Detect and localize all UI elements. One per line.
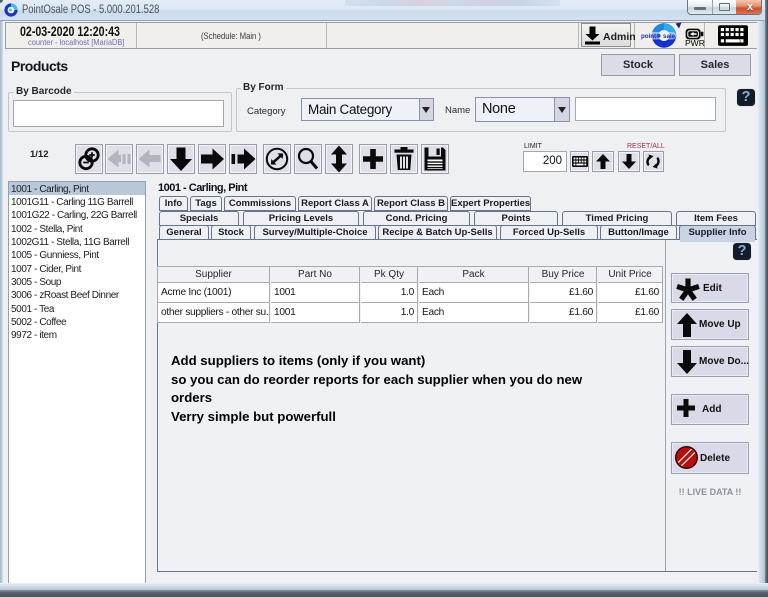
svg-text:point: point xyxy=(641,33,656,40)
svg-text:sale: sale xyxy=(663,33,676,40)
